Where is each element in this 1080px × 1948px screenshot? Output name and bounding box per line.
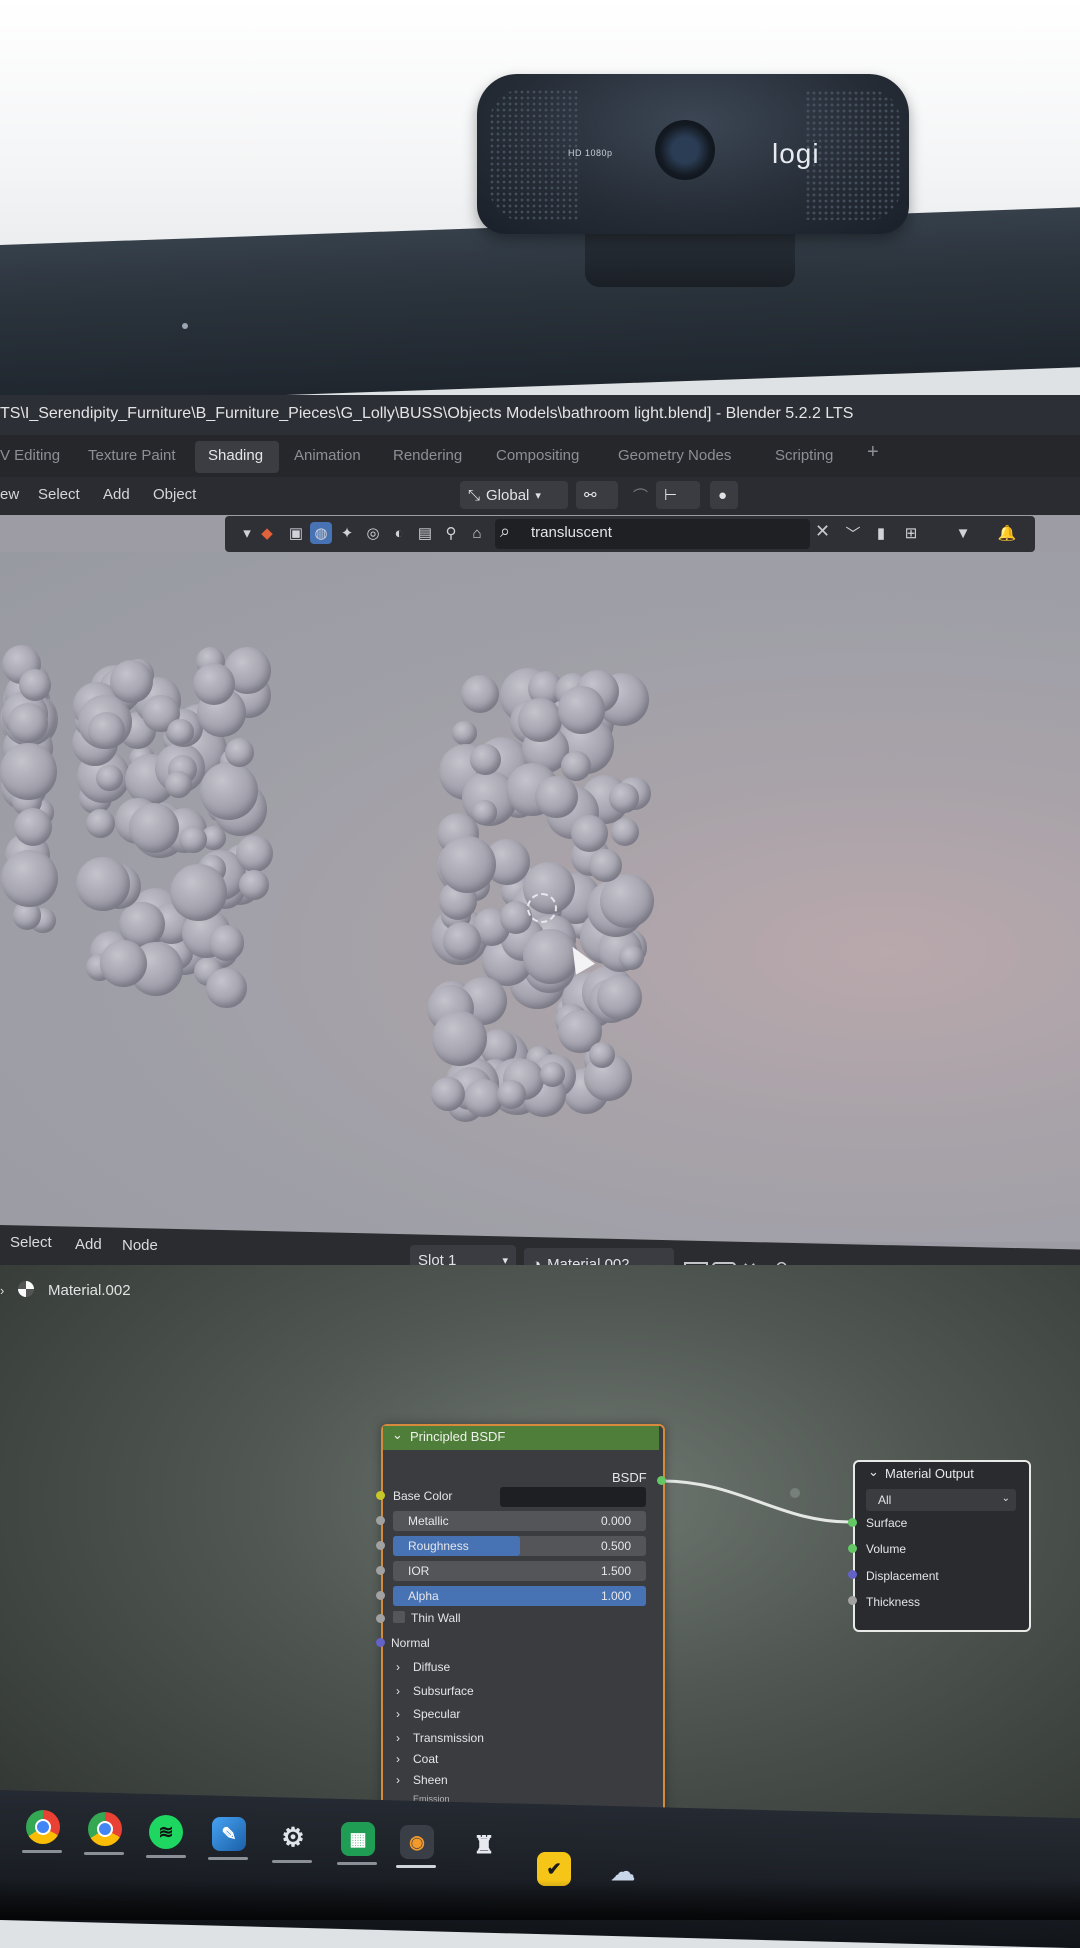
roughness-value: 0.500	[600, 1539, 631, 1553]
ior-label: IOR	[408, 1564, 430, 1578]
chevron-right-icon[interactable]: ›	[396, 1707, 400, 1721]
ior-value: 1.500	[600, 1564, 631, 1578]
chevron-down-icon[interactable]: ⌄	[392, 1427, 403, 1443]
chevron-right-icon[interactable]: ›	[396, 1731, 400, 1745]
alpha-value: 1.000	[600, 1589, 631, 1603]
node-title: Principled BSDF	[410, 1429, 506, 1444]
chevron-down-icon[interactable]: ⌄	[868, 1464, 879, 1480]
settings-icon[interactable]: ⚙	[276, 1820, 310, 1854]
app-icon[interactable]: ♜	[467, 1828, 501, 1862]
panel-coat[interactable]: Coat	[413, 1752, 438, 1766]
running-indicator	[396, 1865, 436, 1868]
paint-icon[interactable]: ✎	[212, 1817, 246, 1851]
thickness-label: Thickness	[866, 1595, 921, 1609]
metallic-label: Metallic	[408, 1514, 449, 1528]
metallic-value: 0.000	[600, 1514, 631, 1528]
displacement-label: Displacement	[866, 1569, 939, 1583]
blender-icon[interactable]: ◉	[400, 1825, 434, 1859]
chrome-icon[interactable]	[88, 1812, 122, 1846]
running-indicator	[337, 1862, 377, 1865]
panel-specular[interactable]: Specular	[413, 1707, 460, 1721]
alpha-socket[interactable]	[376, 1591, 385, 1600]
volume-label: Volume	[866, 1542, 907, 1556]
chevron-right-icon[interactable]: ›	[396, 1660, 400, 1674]
roughness-label: Roughness	[408, 1539, 469, 1553]
sheets-icon[interactable]: ▦	[341, 1822, 375, 1856]
roughness-slider[interactable]: Roughness 0.500	[393, 1536, 646, 1556]
base-color-label: Base Color	[393, 1489, 453, 1503]
panel-subsurface[interactable]: Subsurface	[413, 1684, 474, 1698]
metallic-slider[interactable]: Metallic 0.000	[393, 1511, 646, 1531]
running-indicator	[146, 1855, 186, 1858]
panel-sheen[interactable]: Sheen	[413, 1773, 448, 1787]
base-color-socket[interactable]	[376, 1491, 385, 1500]
node-title: Material Output	[885, 1466, 974, 1481]
chevron-right-icon[interactable]: ›	[396, 1684, 400, 1698]
surface-label: Surface	[866, 1516, 908, 1530]
thin-wall-label: Thin Wall	[411, 1611, 461, 1625]
chevron-right-icon[interactable]: ›	[396, 1752, 400, 1766]
volume-socket[interactable]	[848, 1544, 857, 1553]
panel-transmission[interactable]: Transmission	[413, 1731, 484, 1745]
bsdf-output-socket[interactable]	[657, 1476, 666, 1485]
thin-wall-socket[interactable]	[376, 1614, 385, 1623]
chrome-icon[interactable]	[26, 1810, 60, 1844]
running-indicator	[22, 1850, 62, 1853]
photo-vignette	[0, 1880, 1080, 1920]
surface-socket[interactable]	[848, 1518, 857, 1527]
roughness-socket[interactable]	[376, 1541, 385, 1550]
running-indicator	[272, 1860, 312, 1863]
chevron-right-icon[interactable]: ›	[396, 1773, 400, 1787]
alpha-slider[interactable]: Alpha 1.000	[393, 1586, 646, 1606]
normal-socket[interactable]	[376, 1638, 385, 1647]
thickness-socket[interactable]	[848, 1596, 857, 1605]
ior-slider[interactable]: IOR 1.500	[393, 1561, 646, 1581]
bsdf-output-label: BSDF	[612, 1470, 647, 1485]
displacement-socket[interactable]	[848, 1570, 857, 1579]
ior-socket[interactable]	[376, 1566, 385, 1575]
panel-diffuse[interactable]: Diffuse	[413, 1660, 450, 1674]
base-color-swatch[interactable]	[500, 1487, 646, 1507]
alpha-label: Alpha	[408, 1589, 439, 1603]
running-indicator	[84, 1852, 124, 1855]
running-indicator	[208, 1857, 248, 1860]
chevron-down-icon: ⌄	[1001, 1493, 1010, 1504]
normal-label: Normal	[391, 1636, 430, 1650]
render-target-dropdown[interactable]: All ⌄	[866, 1489, 1016, 1511]
metallic-socket[interactable]	[376, 1516, 385, 1525]
spotify-icon[interactable]: ≋	[149, 1815, 183, 1849]
thin-wall-checkbox[interactable]	[393, 1611, 405, 1623]
render-target-value: All	[878, 1493, 892, 1507]
